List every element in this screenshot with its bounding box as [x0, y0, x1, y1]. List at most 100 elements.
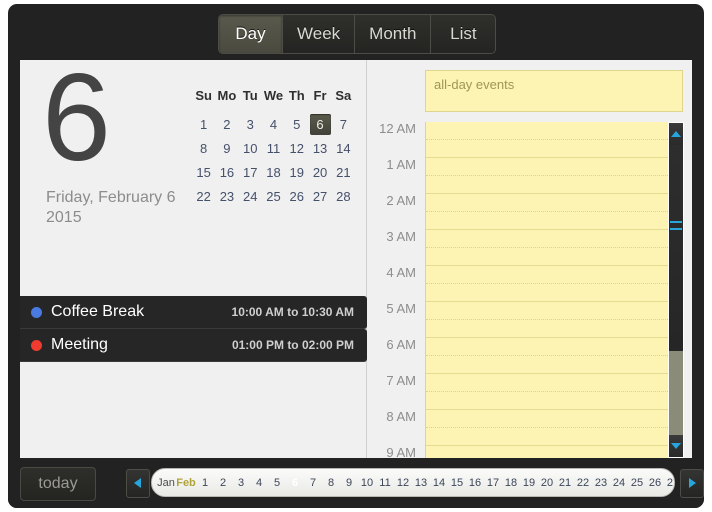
strip-day-label[interactable]: 4 [250, 477, 268, 489]
strip-day-label[interactable]: 10 [358, 477, 376, 489]
event-list-item[interactable]: Coffee Break 10:00 AM to 10:30 AM [20, 296, 367, 329]
strip-day-label[interactable]: 13 [412, 477, 430, 489]
mini-month-day-cell[interactable]: 5 [285, 112, 308, 136]
strip-day-label[interactable]: 16 [466, 477, 484, 489]
strip-day-label[interactable]: 18 [502, 477, 520, 489]
mini-month-day-label: 15 [196, 164, 211, 180]
mini-month-day-cell[interactable]: 19 [285, 160, 308, 184]
hour-label: 5 AM [386, 301, 416, 316]
view-button-week[interactable]: Week [283, 15, 356, 53]
mini-month-day-cell[interactable]: 16 [215, 160, 238, 184]
strip-day-label[interactable]: 14 [430, 477, 448, 489]
mini-month-day-cell[interactable]: 9 [215, 136, 238, 160]
mini-month-week-row: 1234567 [192, 112, 355, 136]
hour-label: 12 AM [379, 122, 416, 136]
hour-slot[interactable] [426, 266, 682, 302]
mini-month-day-cell[interactable]: 24 [239, 184, 262, 208]
today-button[interactable]: today [20, 467, 96, 501]
mini-month-day-label: 23 [219, 188, 235, 204]
calendar-widget: Day Week Month List 6 Friday, February 6 20… [8, 4, 704, 508]
mini-month-day-cell[interactable]: 1 [192, 112, 215, 136]
strip-day-label[interactable]: 20 [538, 477, 556, 489]
strip-month-current[interactable]: Feb [176, 477, 196, 489]
mini-month-day-cell[interactable]: 6 [308, 112, 331, 136]
strip-day-label[interactable]: 8 [322, 477, 340, 489]
mini-month-day-label: 12 [289, 140, 304, 156]
mini-month-day-cell[interactable]: 21 [332, 160, 355, 184]
event-title: Meeting [51, 336, 108, 353]
hour-slot[interactable] [426, 410, 682, 446]
event-color-dot-icon [31, 339, 42, 351]
mini-month-day-cell[interactable]: 2 [215, 112, 238, 136]
strip-month-label[interactable]: Jan [156, 477, 176, 489]
strip-day-label[interactable]: 12 [394, 477, 412, 489]
view-button-list[interactable]: List [431, 15, 496, 53]
strip-day-label[interactable]: 17 [484, 477, 502, 489]
view-button-month[interactable]: Month [355, 15, 432, 53]
hour-slot[interactable] [426, 158, 682, 194]
mini-month-day-cell[interactable]: 11 [262, 136, 285, 160]
mini-month-day-label: 28 [336, 188, 351, 204]
scroll-down-button[interactable] [669, 435, 683, 457]
hour-slot[interactable] [426, 374, 682, 410]
mini-month-day-cell[interactable]: 7 [332, 112, 355, 136]
strip-day-label[interactable]: 21 [556, 477, 574, 489]
mini-month-day-cell[interactable]: 28 [332, 184, 355, 208]
view-button-day[interactable]: Day [219, 15, 283, 53]
strip-day-label[interactable]: 24 [610, 477, 628, 489]
strip-day-label[interactable]: 23 [592, 477, 610, 489]
hour-slot[interactable] [426, 446, 682, 458]
strip-day-label[interactable]: 11 [376, 477, 394, 489]
mini-month-day-cell[interactable]: 8 [192, 136, 215, 160]
strip-day-label[interactable]: 25 [628, 477, 646, 489]
scroll-up-button[interactable] [669, 123, 683, 145]
calendar-header: Day Week Month List [8, 4, 704, 60]
day-header: 6 Friday, February 6 2015 Su Mo Tu We Th Fr Sa… [20, 60, 367, 292]
scrollbar-thumb[interactable] [669, 123, 683, 351]
mini-month-day-cell[interactable]: 15 [192, 160, 215, 184]
mini-month-day-cell[interactable]: 17 [239, 160, 262, 184]
mini-month-day-cell[interactable]: 22 [192, 184, 215, 208]
hour-slot[interactable] [426, 338, 682, 374]
strip-day-label[interactable]: 27 [664, 477, 674, 489]
mini-month-day-label: 9 [223, 140, 231, 156]
hour-label: 3 AM [386, 229, 416, 244]
strip-day-selected[interactable]: 6 [286, 477, 304, 489]
weekday-header: Sa [335, 88, 352, 103]
hour-slot[interactable] [426, 194, 682, 230]
strip-day-label[interactable]: 7 [304, 477, 322, 489]
strip-day-label[interactable]: 3 [232, 477, 250, 489]
time-grid-column[interactable]: Coffee Break [425, 122, 683, 458]
mini-month-day-cell[interactable]: 3 [239, 112, 262, 136]
mini-month-day-cell[interactable]: 25 [262, 184, 285, 208]
mini-month-day-cell[interactable]: 14 [332, 136, 355, 160]
all-day-events-dropzone[interactable]: all-day events [425, 70, 683, 112]
strip-day-label[interactable]: 1 [196, 477, 214, 489]
strip-day-label[interactable]: 19 [520, 477, 538, 489]
date-slider-strip[interactable]: Jan Feb 1 2 3 4 5 6 7 8 9 10 11 12 13 14 15 16 17 18 19 20 21 2… [151, 468, 675, 497]
mini-month-day-cell[interactable]: 4 [262, 112, 285, 136]
strip-day-label[interactable]: 9 [340, 477, 358, 489]
strip-day-label[interactable]: 15 [448, 477, 466, 489]
mini-month-day-cell[interactable]: 20 [308, 160, 331, 184]
strip-day-label[interactable]: 2 [214, 477, 232, 489]
mini-month-day-cell[interactable]: 27 [308, 184, 331, 208]
next-period-button[interactable] [680, 469, 704, 498]
prev-period-button[interactable] [126, 469, 150, 498]
mini-month-day-cell[interactable]: 18 [262, 160, 285, 184]
time-grid-scrollbar[interactable] [668, 122, 684, 458]
mini-month-day-cell[interactable]: 12 [285, 136, 308, 160]
mini-month-day-cell[interactable]: 26 [285, 184, 308, 208]
hour-slot[interactable] [426, 122, 682, 158]
mini-month-day-cell[interactable]: 23 [215, 184, 238, 208]
hour-slot[interactable] [426, 302, 682, 338]
weekday-header: We [263, 88, 284, 103]
hour-slot[interactable] [426, 230, 682, 266]
mini-month-day-cell[interactable]: 10 [239, 136, 262, 160]
event-list-item[interactable]: Meeting 01:00 PM to 02:00 PM [20, 329, 367, 362]
strip-day-label[interactable]: 26 [646, 477, 664, 489]
mini-month-day-label: 26 [289, 188, 304, 204]
mini-month-day-cell[interactable]: 13 [308, 136, 331, 160]
strip-day-label[interactable]: 5 [268, 477, 286, 489]
strip-day-label[interactable]: 22 [574, 477, 592, 489]
